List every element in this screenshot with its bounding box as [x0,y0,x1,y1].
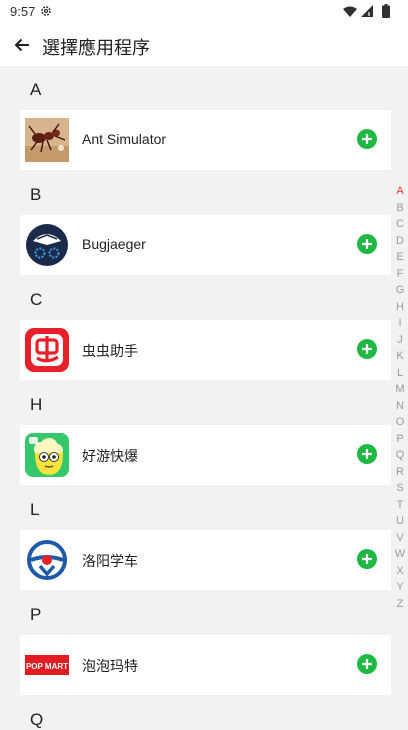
index-letter-v[interactable]: V [392,530,408,547]
index-letter-y[interactable]: Y [392,579,408,596]
index-letter-k[interactable]: K [392,348,408,365]
app-name: 虫虫助手 [82,343,138,359]
app-row-popmart[interactable]: POP MART 泡泡玛特 [20,635,391,695]
app-name: 洛阳学车 [82,553,138,569]
add-button[interactable] [357,234,377,254]
plus-icon [362,239,372,249]
section-header-a: A [30,80,42,99]
section-header-l: L [30,500,40,519]
index-letter-j[interactable]: J [392,332,408,349]
add-button[interactable] [357,339,377,359]
plus-icon [362,554,372,564]
plus-icon [362,659,372,669]
app-row-ant-simulator[interactable]: Ant Simulator [20,110,391,170]
index-letter-z[interactable]: Z [392,596,408,613]
section-header-b: B [30,185,42,204]
index-letter-h[interactable]: H [392,299,408,316]
index-letter-l[interactable]: L [392,365,408,382]
index-letter-m[interactable]: M [392,381,408,398]
section-header-q: Q [30,710,44,729]
add-button[interactable] [357,444,377,464]
index-letter-s[interactable]: S [392,480,408,497]
index-letter-u[interactable]: U [392,513,408,530]
index-letter-i[interactable]: I [392,315,408,332]
settings-gear-icon [41,6,51,16]
app-row-chongchong[interactable]: 虫虫助手 [20,320,391,380]
index-letter-c[interactable]: C [392,216,408,233]
index-letter-d[interactable]: D [392,233,408,250]
index-letter-n[interactable]: N [392,398,408,415]
index-letter-g[interactable]: G [392,282,408,299]
popmart-logo-text: POP MART [26,662,68,671]
add-button[interactable] [357,129,377,149]
app-name: 泡泡玛特 [82,658,138,674]
back-arrow-icon[interactable] [12,35,32,55]
wifi-icon [343,6,357,17]
luoyang-icon [25,538,69,582]
section-header-c: C [30,290,43,309]
popmart-icon: POP MART [25,643,69,687]
app-row-luoyang[interactable]: 洛阳学车 [20,530,391,590]
index-letter-t[interactable]: T [392,497,408,514]
add-button[interactable] [357,654,377,674]
index-letter-o[interactable]: O [392,414,408,431]
ant-simulator-icon [25,118,69,162]
index-letter-e[interactable]: E [392,249,408,266]
app-row-bugjaeger[interactable]: Bugjaeger [20,215,391,275]
index-letter-x[interactable]: X [392,563,408,580]
index-letter-q[interactable]: Q [392,447,408,464]
index-letter-b[interactable]: B [392,200,408,217]
index-letter-r[interactable]: R [392,464,408,481]
index-letter-p[interactable]: P [392,431,408,448]
app-row-haoyou[interactable]: 好游快爆 [20,425,391,485]
battery-icon [382,4,390,18]
plus-icon [362,449,372,459]
add-button[interactable] [357,549,377,569]
section-header-h: H [30,395,43,414]
status-bar: 9:57 [0,0,408,24]
plus-icon [362,134,372,144]
bugjaeger-icon [25,223,69,267]
chongchong-icon [25,328,69,372]
section-header-p: P [30,605,42,624]
signal-icon [361,5,373,17]
index-letter-a[interactable]: A [392,183,408,200]
page-title: 選擇應用程序 [42,38,150,58]
index-letter-w[interactable]: W [392,546,408,563]
app-bar: 選擇應用程序 [0,24,408,66]
plus-icon [362,344,372,354]
alphabet-index-bar[interactable]: ABCDEFGHIJKLMNOPQRSTUVWXYZ [392,183,408,612]
haoyou-icon [25,433,69,477]
status-time: 9:57 [10,4,36,19]
app-name: 好游快爆 [82,448,138,464]
index-letter-f[interactable]: F [392,266,408,283]
app-name: Bugjaeger [82,236,146,252]
app-name: Ant Simulator [82,131,167,147]
